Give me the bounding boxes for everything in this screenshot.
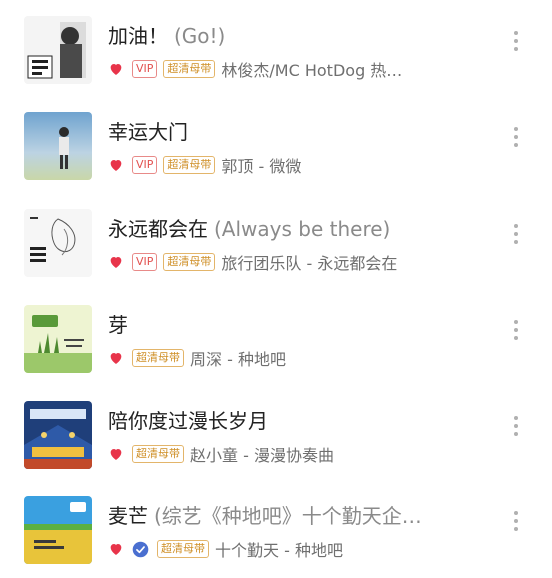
song-row[interactable]: 永远都会在 (Always be there) VIP 超清母带 旅行团乐队 - … [0, 193, 552, 288]
heart-icon[interactable] [108, 350, 124, 366]
song-title: 陪你度过漫长岁月 [108, 407, 480, 435]
song-title: 芽 [108, 311, 480, 339]
hq-badge: 超清母带 [163, 156, 216, 174]
song-artist: 郭顶 - 微微 [221, 157, 302, 176]
album-cover[interactable] [24, 209, 92, 277]
hq-badge: 超清母带 [132, 445, 184, 463]
song-row[interactable]: 幸运大门 VIP 超清母带 郭顶 - 微微 [0, 96, 552, 191]
song-title-main: 永远都会在 [108, 217, 208, 241]
song-title-main: 芽 [108, 313, 128, 337]
vip-badge: VIP [132, 156, 158, 174]
album-cover[interactable] [24, 496, 92, 564]
song-artist: 林俊杰/MC HotDog 热… [221, 61, 403, 80]
song-title: 幸运大门 [108, 118, 480, 146]
heart-icon[interactable] [108, 157, 124, 173]
hq-badge: 超清母带 [132, 349, 184, 367]
hq-badge: 超清母带 [157, 540, 209, 558]
more-options-icon[interactable] [506, 221, 526, 251]
song-artist: 十个勤天 - 种地吧 [215, 541, 343, 560]
heart-icon[interactable] [108, 446, 124, 462]
song-title-main: 加油！ [108, 24, 168, 48]
song-row[interactable]: 加油！ (Go!) VIP 超清母带 林俊杰/MC HotDog 热… [0, 0, 552, 95]
album-cover-art [24, 401, 92, 469]
song-title-sub: (综艺《种地吧》十个勤天企… [154, 504, 422, 528]
song-meta: 超清母带 周深 - 种地吧 [108, 347, 480, 369]
song-row[interactable]: 陪你度过漫长岁月 超清母带 赵小童 - 漫漫协奏曲 [0, 385, 552, 480]
more-options-icon[interactable] [506, 124, 526, 154]
more-options-icon[interactable] [506, 508, 526, 538]
song-title-main: 麦芒 [108, 504, 148, 528]
vip-badge: VIP [132, 60, 158, 78]
album-cover[interactable] [24, 401, 92, 469]
song-meta: 超清母带 赵小童 - 漫漫协奏曲 [108, 443, 480, 465]
album-cover-art [24, 112, 92, 180]
album-cover-art [24, 305, 92, 373]
song-list: 加油！(Go!) VIP 超清母带 林俊杰/MC HotDog 热… 幸运大门 [0, 0, 552, 578]
heart-icon[interactable] [108, 61, 124, 77]
check-circle-icon [132, 541, 149, 557]
song-artist: 赵小童 - 漫漫协奏曲 [190, 446, 334, 465]
song-meta: VIP 超清母带 林俊杰/MC HotDog 热… [108, 58, 480, 80]
song-title: 永远都会在 (Always be there) [108, 215, 480, 243]
song-meta: VIP 超清母带 郭顶 - 微微 [108, 154, 480, 176]
song-title: 加油！ (Go!) [108, 22, 480, 50]
song-artist: 周深 - 种地吧 [190, 350, 286, 369]
heart-icon[interactable] [108, 254, 124, 270]
more-options-icon[interactable] [506, 413, 526, 443]
song-row[interactable]: 芽 超清母带 周深 - 种地吧 [0, 289, 552, 384]
album-cover-art [24, 209, 92, 277]
song-title-sub: (Go!) [174, 24, 226, 48]
song-title: 麦芒 (综艺《种地吧》十个勤天企… [108, 502, 480, 530]
song-title-main: 幸运大门 [108, 120, 188, 144]
song-row[interactable]: 麦芒 (综艺《种地吧》十个勤天企… 超清母带 十个勤天 - 种地吧 [0, 480, 552, 575]
album-cover[interactable] [24, 112, 92, 180]
song-title-main: 陪你度过漫长岁月 [108, 409, 268, 433]
hq-badge: 超清母带 [163, 60, 216, 78]
song-meta: 超清母带 十个勤天 - 种地吧 [108, 538, 480, 560]
hq-badge: 超清母带 [163, 253, 216, 271]
song-artist: 旅行团乐队 - 永远都会在 [221, 254, 398, 273]
album-cover[interactable] [24, 16, 92, 84]
more-options-icon[interactable] [506, 28, 526, 58]
song-meta: VIP 超清母带 旅行团乐队 - 永远都会在 [108, 251, 480, 273]
vip-badge: VIP [132, 253, 158, 271]
album-cover[interactable] [24, 305, 92, 373]
heart-icon[interactable] [108, 541, 124, 557]
album-cover-art [24, 16, 92, 84]
song-title-sub: (Always be there) [214, 217, 391, 241]
album-cover-art [24, 496, 92, 564]
more-options-icon[interactable] [506, 317, 526, 347]
